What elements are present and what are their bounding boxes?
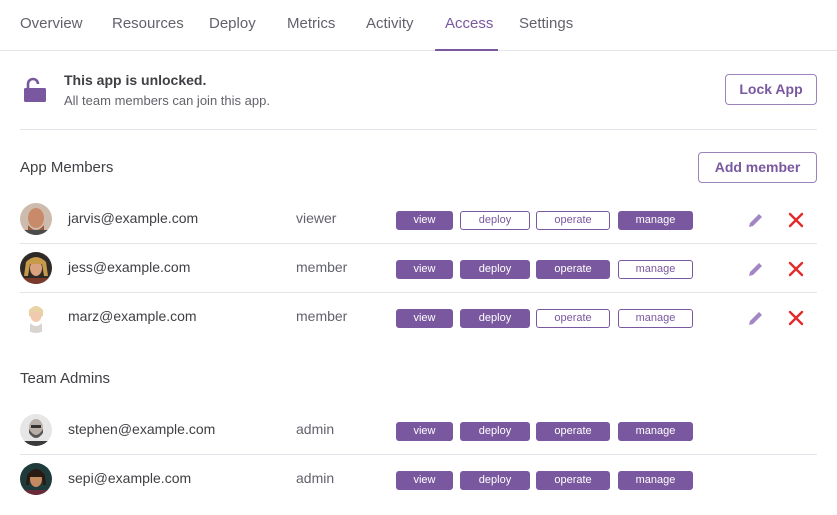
member-role: member: [296, 308, 348, 324]
add-member-button[interactable]: Add member: [698, 152, 817, 183]
tab-access[interactable]: Access: [445, 0, 493, 50]
member-email: marz@example.com: [68, 308, 197, 324]
permission-deploy-badge[interactable]: deploy: [460, 260, 530, 279]
permission-deploy-badge[interactable]: deploy: [460, 309, 530, 328]
permission-operate-badge[interactable]: operate: [536, 422, 610, 441]
admin-role: admin: [296, 470, 335, 486]
admin-row: stephen@example.com admin view deploy op…: [20, 406, 817, 455]
avatar: [20, 301, 52, 333]
tab-resources[interactable]: Resources: [112, 0, 184, 50]
lock-status-subtitle: All team members can join this app.: [64, 93, 270, 108]
pencil-icon[interactable]: [747, 211, 765, 229]
member-row: marz@example.com member view deploy oper…: [20, 293, 817, 342]
close-x-icon[interactable]: [788, 310, 804, 326]
close-x-icon[interactable]: [788, 261, 804, 277]
permission-manage-badge[interactable]: manage: [618, 309, 693, 328]
member-row: jess@example.com member view deploy oper…: [20, 244, 817, 293]
member-role: viewer: [296, 210, 337, 226]
tab-deploy[interactable]: Deploy: [209, 0, 256, 50]
app-nav-tabs: Overview Resources Deploy Metrics Activi…: [0, 0, 837, 51]
permission-manage-badge[interactable]: manage: [618, 422, 693, 441]
permission-view-badge[interactable]: view: [396, 471, 453, 490]
tab-overview[interactable]: Overview: [20, 0, 83, 50]
admin-email: stephen@example.com: [68, 421, 216, 437]
active-tab-indicator: [435, 49, 498, 51]
permission-view-badge[interactable]: view: [396, 260, 453, 279]
close-x-icon[interactable]: [788, 212, 804, 228]
member-email: jess@example.com: [68, 259, 191, 275]
member-email: jarvis@example.com: [68, 210, 199, 226]
permission-deploy-badge[interactable]: deploy: [460, 422, 530, 441]
team-admins-heading: Team Admins: [20, 370, 111, 387]
tab-settings[interactable]: Settings: [519, 0, 573, 50]
member-role: member: [296, 259, 348, 275]
permission-manage-badge[interactable]: manage: [618, 211, 693, 230]
pencil-icon[interactable]: [747, 260, 765, 278]
admin-role: admin: [296, 421, 335, 437]
tab-activity[interactable]: Activity: [366, 0, 414, 50]
pencil-icon[interactable]: [747, 309, 765, 327]
member-row: jarvis@example.com viewer view deploy op…: [20, 195, 817, 244]
tab-metrics[interactable]: Metrics: [287, 0, 335, 50]
app-lock-banner: This app is unlocked. All team members c…: [20, 66, 817, 130]
avatar: [20, 414, 52, 446]
avatar: [20, 463, 52, 495]
permission-operate-badge[interactable]: operate: [536, 260, 610, 279]
avatar: [20, 252, 52, 284]
lock-app-button[interactable]: Lock App: [725, 74, 817, 105]
permission-view-badge[interactable]: view: [396, 309, 453, 328]
unlocked-padlock-icon: [24, 77, 46, 102]
permission-operate-badge[interactable]: operate: [536, 211, 610, 230]
avatar: [20, 203, 52, 235]
permission-deploy-badge[interactable]: deploy: [460, 471, 530, 490]
permission-view-badge[interactable]: view: [396, 422, 453, 441]
permission-manage-badge[interactable]: manage: [618, 260, 693, 279]
admin-email: sepi@example.com: [68, 470, 192, 486]
permission-operate-badge[interactable]: operate: [536, 471, 610, 490]
admin-row: sepi@example.com admin view deploy opera…: [20, 455, 817, 504]
app-members-heading: App Members: [20, 159, 114, 176]
permission-operate-badge[interactable]: operate: [536, 309, 610, 328]
permission-view-badge[interactable]: view: [396, 211, 453, 230]
permission-manage-badge[interactable]: manage: [618, 471, 693, 490]
lock-status-title: This app is unlocked.: [64, 72, 207, 88]
permission-deploy-badge[interactable]: deploy: [460, 211, 530, 230]
